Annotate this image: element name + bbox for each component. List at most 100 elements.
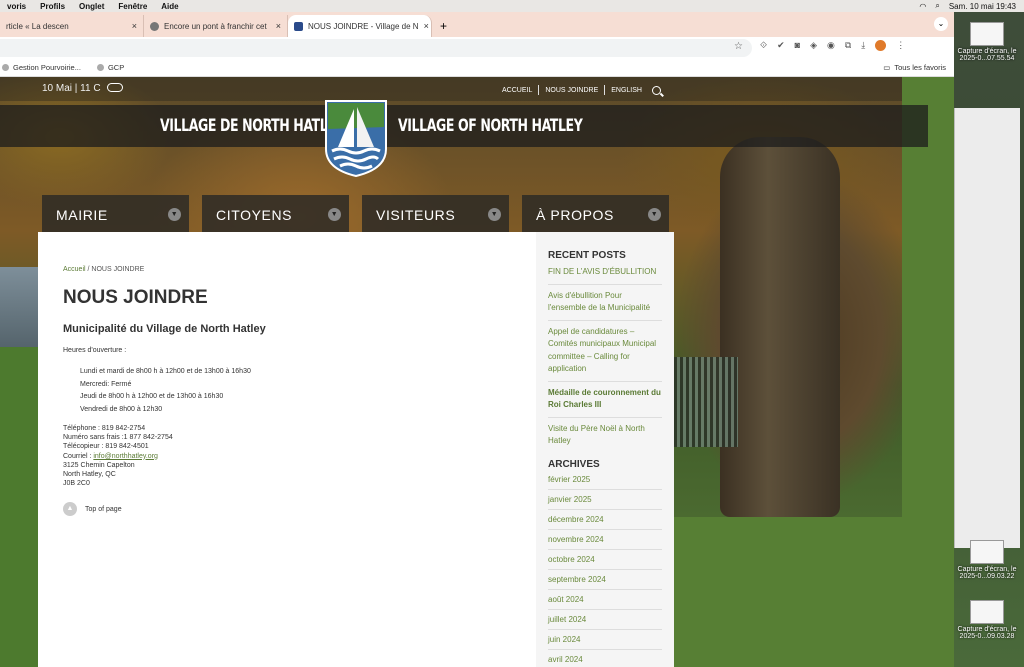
clock[interactable]: Sam. 10 mai 19:43 [949, 2, 1016, 11]
archive-link[interactable]: août 2024 [548, 590, 662, 610]
extension-icon[interactable]: ◈ [810, 40, 817, 51]
gear-icon [96, 64, 104, 71]
extension-icon[interactable]: ◉ [827, 40, 835, 51]
archive-link[interactable]: décembre 2024 [548, 510, 662, 530]
nav-mairie[interactable]: MAIRIE ▼ [42, 195, 189, 239]
kebab-menu-icon[interactable]: ⋮ [896, 40, 905, 51]
background-window[interactable] [954, 108, 1020, 548]
fax: Télécopieur : 819 842-4501 [63, 443, 149, 451]
menu-item[interactable]: voris [0, 2, 33, 11]
search-icon[interactable]: ⌕ [935, 1, 939, 11]
file-label: Capture d'écran, le [957, 48, 1017, 55]
desktop-file-icon[interactable]: Capture d'écran, le 2025-0...09.03.28 [952, 600, 1022, 640]
browser-tab-active[interactable]: NOUS JOINDRE - Village de N × [288, 15, 432, 37]
extension-icon[interactable]: ⟐ [760, 40, 767, 51]
chevron-down-icon: ▼ [168, 208, 181, 221]
recent-post-link[interactable]: Appel de candidatures – Comités municipa… [548, 321, 662, 382]
address-city: North Hatley, QC [63, 471, 116, 479]
top-navigation: ACCUEIL NOUS JOINDRE ENGLISH [502, 85, 661, 95]
nav-citoyens[interactable]: CITOYENS ▼ [202, 195, 349, 239]
archive-link[interactable]: juillet 2024 [548, 610, 662, 630]
desktop-file-icon[interactable]: Capture d'écran, le 2025-0...09.03.22 [952, 540, 1022, 580]
extension-icons: ⟐ ✔ ◙ ◈ ◉ ⧉ ⤓ ⋮ [760, 40, 905, 51]
archive-link[interactable]: novembre 2024 [548, 530, 662, 550]
main-navigation: MAIRIE ▼ CITOYENS ▼ VISITEURS ▼ À PROPOS… [42, 195, 669, 239]
archive-link[interactable]: janvier 2025 [548, 490, 662, 510]
topnav-nous-joindre[interactable]: NOUS JOINDRE [545, 87, 598, 94]
phone: Téléphone : 819 842-2754 [63, 425, 146, 432]
archive-link[interactable]: septembre 2024 [548, 570, 662, 590]
postal-code: J0B 2C0 [63, 480, 90, 488]
chevron-down-icon: ▼ [328, 208, 341, 221]
search-icon[interactable] [651, 85, 661, 95]
archive-link[interactable]: février 2025 [548, 470, 662, 490]
close-icon[interactable]: × [132, 21, 137, 31]
archive-link[interactable]: avril 2024 [548, 650, 662, 667]
bookmarks-bar: Gestion Pourvoirie... GCP ▭ Tous les fav… [0, 59, 954, 77]
nav-a-propos[interactable]: À PROPOS ▼ [522, 195, 669, 239]
site-title-en[interactable]: VILLAGE OF NORTH HATLEY [398, 116, 583, 136]
recent-post-link[interactable]: Avis d'ébullition Pour l'ensemble de la … [548, 285, 662, 321]
profile-avatar[interactable] [875, 40, 887, 51]
tab-title: NOUS JOINDRE - Village de N [308, 21, 419, 31]
menu-item[interactable]: Aide [154, 2, 185, 11]
file-thumbnail [970, 600, 1004, 624]
recent-posts-heading: RECENT POSTS [548, 250, 626, 261]
cloud-icon [107, 83, 124, 92]
file-label-2: 2025-0...09.03.28 [959, 633, 1015, 640]
site-title-fr[interactable]: VILLAGE DE NORTH HATLEY [160, 116, 345, 136]
hours-line: Lundi et mardi de 8h00 h à 12h00 et de 1… [80, 368, 251, 375]
browser-window: rticle « La descen × Encore un pont à fr… [0, 12, 954, 667]
nav-label: À PROPOS [536, 207, 614, 223]
address-bar[interactable] [0, 39, 752, 57]
menu-item[interactable]: Fenêtre [111, 2, 154, 11]
all-bookmarks[interactable]: ▭ Tous les favoris [883, 63, 946, 72]
close-icon[interactable]: × [276, 21, 281, 31]
village-logo[interactable] [324, 99, 388, 177]
archives-heading: ARCHIVES [548, 458, 600, 470]
browser-tab[interactable]: Encore un pont à franchir cet × [144, 15, 288, 37]
menu-item[interactable]: Onglet [72, 2, 111, 11]
nav-label: VISITEURS [376, 207, 456, 223]
new-tab-button[interactable]: + [432, 15, 455, 37]
archive-link[interactable]: juin 2024 [548, 630, 662, 650]
top-of-page-link[interactable]: ▲ Top of page [63, 502, 511, 517]
file-thumbnail [970, 22, 1004, 46]
email-link[interactable]: info@northhatley.org [93, 453, 158, 460]
chevron-down-icon: ▼ [648, 208, 661, 221]
bookmark-item[interactable]: Gestion Pourvoirie... [2, 63, 81, 72]
file-label-2: 2025-0...09.03.22 [959, 573, 1015, 580]
hours-list: Lundi et mardi de 8h00 h à 12h00 et de 1… [80, 366, 511, 416]
recent-post-link[interactable]: Médaille de couronnement du Roi Charles … [548, 382, 662, 418]
recent-post-link[interactable]: Visite du Père Noël à North Hatley [548, 418, 662, 453]
menu-item[interactable]: Profils [33, 2, 72, 11]
weather-text: 10 Mai | 11 C [42, 83, 101, 94]
globe-icon [150, 21, 159, 31]
toll-free: Numéro sans frais :1 877 842-2754 [63, 434, 173, 442]
wifi-icon[interactable]: ◠ [919, 2, 926, 11]
web-page: 10 Mai | 11 C ACCUEIL NOUS JOINDRE ENGLI… [0, 77, 954, 667]
file-label: Capture d'écran, le [957, 626, 1017, 633]
puzzle-icon[interactable]: ⧉ [845, 40, 851, 51]
checkmark-icon[interactable]: ✔ [777, 40, 785, 51]
breadcrumb-home-link[interactable]: Accueil [63, 266, 86, 273]
weather-widget: 10 Mai | 11 C [42, 83, 124, 94]
all-bookmarks-label: Tous les favoris [894, 63, 946, 72]
topnav-english[interactable]: ENGLISH [611, 87, 642, 94]
bookmark-item[interactable]: GCP [96, 63, 124, 72]
desktop-file-icon[interactable]: Capture d'écran, le 2025-0...07.55.54 [952, 22, 1022, 62]
sidebar: RECENT POSTS FIN DE L'AVIS D'ÉBULLITION … [536, 232, 674, 667]
camera-icon[interactable]: ◙ [795, 40, 800, 51]
nav-visiteurs[interactable]: VISITEURS ▼ [362, 195, 509, 239]
download-icon[interactable]: ⤓ [861, 40, 865, 51]
recent-post-link[interactable]: FIN DE L'AVIS D'ÉBULLITION [548, 261, 662, 285]
bookmark-star-icon[interactable]: ☆ [734, 41, 743, 52]
tab-search-button[interactable]: ⌄ [934, 17, 948, 31]
archive-link[interactable]: octobre 2024 [548, 550, 662, 570]
topnav-accueil[interactable]: ACCUEIL [502, 87, 532, 94]
site-topbar [0, 77, 902, 101]
grass-image [0, 347, 40, 667]
close-icon[interactable]: × [424, 21, 429, 31]
bookmark-label: Gestion Pourvoirie... [13, 63, 81, 72]
browser-tab[interactable]: rticle « La descen × [0, 15, 144, 37]
